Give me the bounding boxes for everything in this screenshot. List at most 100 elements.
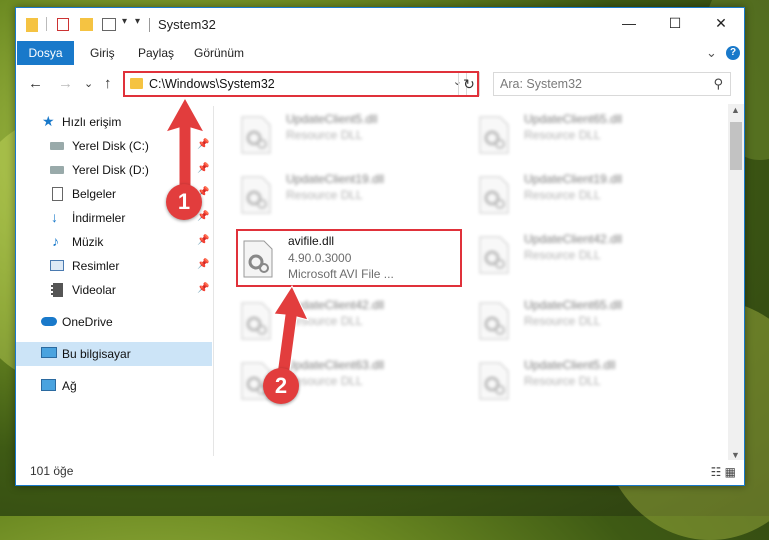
help-icon[interactable]: ? [726, 46, 740, 60]
dll-file-icon [241, 116, 271, 154]
sidebar-item-label: Belgeler [72, 187, 117, 201]
navigation-bar: ← → ⌄ ↑ C:\Windows\System32 ⌄ ↻ Ara: Sys… [16, 71, 744, 99]
dll-file-icon [479, 116, 509, 154]
sidebar-item-label: Ağ [62, 379, 77, 393]
dll-file-icon [479, 236, 509, 274]
file-name: UpdateClient5.dll [524, 358, 616, 372]
sidebar-item-label: Yerel Disk (C:) [72, 139, 149, 153]
sidebar-item-videos[interactable]: Videolar 📌 [16, 278, 212, 302]
dll-file-icon [479, 176, 509, 214]
customize-qa-icon[interactable] [102, 18, 116, 31]
forward-button[interactable]: → [58, 75, 73, 92]
file-item[interactable]: UpdateClient5.dll Resource DLL [464, 352, 694, 410]
properties-icon[interactable] [57, 18, 69, 31]
sidebar-item-this-pc[interactable]: Bu bilgisayar [16, 342, 212, 366]
sidebar-item-music[interactable]: ♪ Müzik 📌 [16, 230, 212, 254]
search-icon[interactable]: ⚲ [713, 76, 723, 92]
sidebar-item-pictures[interactable]: Resimler 📌 [16, 254, 212, 278]
view-mode-icons[interactable]: ☷ ▦ [711, 465, 736, 479]
step-badge-1: 1 [166, 184, 202, 220]
file-name: UpdateClient19.dll [286, 172, 385, 186]
qa-dropdown-icon[interactable]: ▾ [135, 16, 140, 32]
maximize-button[interactable]: ☐ [652, 8, 698, 39]
videos-icon [51, 283, 63, 297]
dll-file-icon [241, 176, 271, 214]
up-button[interactable]: ↑ [104, 75, 112, 92]
pin-icon[interactable]: 📌 [197, 259, 209, 270]
vertical-scrollbar[interactable]: ▲ ▼ [728, 104, 744, 460]
title-separator [149, 18, 150, 32]
pictures-icon [50, 260, 64, 271]
tab-file[interactable]: Dosya [17, 41, 74, 65]
dll-file-icon [479, 302, 509, 340]
sidebar-item-label: Resimler [72, 259, 120, 273]
window-title: System32 [158, 17, 216, 32]
sidebar-item-label: Yerel Disk (D:) [72, 163, 149, 177]
status-item-count: 101 öğe [30, 464, 74, 478]
file-description: Resource DLL [524, 188, 601, 202]
ribbon-expand-icon[interactable]: ⌄ [706, 41, 717, 65]
qa-separator [46, 17, 47, 31]
file-item[interactable]: UpdateClient19.dll Resource DLL [226, 166, 456, 224]
file-item[interactable]: UpdateClient42.dll Resource DLL [464, 226, 694, 284]
title-bar: ▾ ▾ System32 — ☐ ✕ [16, 8, 744, 41]
file-name: UpdateClient65.dll [524, 112, 623, 126]
sidebar-item-label: İndirmeler [72, 211, 126, 225]
pin-icon[interactable]: 📌 [197, 283, 209, 294]
sidebar-item-label: Bu bilgisayar [62, 347, 131, 361]
file-description: Resource DLL [524, 248, 601, 262]
scrollbar-thumb[interactable] [730, 122, 742, 170]
back-button[interactable]: ← [28, 75, 43, 92]
folder-icon [26, 18, 38, 32]
file-description: Resource DLL [286, 188, 363, 202]
sidebar-item-label: Hızlı erişim [62, 115, 122, 129]
sidebar-item-label: Müzik [72, 235, 104, 249]
ribbon-tabs: Dosya Giriş Paylaş Görünüm ⌄ ? [16, 41, 744, 65]
cloud-icon [41, 317, 57, 326]
file-item[interactable]: UpdateClient5.dll Resource DLL [226, 106, 456, 164]
sidebar-item-network[interactable]: Ağ [16, 374, 212, 398]
file-item[interactable]: UpdateClient42.dll Resource DLL [226, 292, 456, 350]
sidebar-item-label: OneDrive [62, 315, 113, 329]
file-name: UpdateClient42.dll [524, 232, 623, 246]
file-item[interactable]: UpdateClient65.dll Resource DLL [464, 292, 694, 350]
file-description: Resource DLL [524, 314, 601, 328]
dll-file-icon [479, 362, 509, 400]
music-icon: ♪ [52, 233, 59, 249]
documents-icon [52, 187, 63, 201]
tab-view[interactable]: Görünüm [194, 41, 244, 65]
file-description: Resource DLL [524, 128, 601, 142]
tab-share[interactable]: Paylaş [138, 41, 174, 65]
search-input[interactable]: Ara: System32 ⚲ [493, 72, 731, 96]
file-description: Resource DLL [286, 128, 363, 142]
file-name: UpdateClient5.dll [286, 112, 378, 126]
drive-icon [50, 166, 64, 174]
file-item[interactable]: UpdateClient63.dll Resource DLL [226, 352, 456, 410]
sidebar-item-label: Videolar [72, 283, 116, 297]
sidebar-item-onedrive[interactable]: OneDrive [16, 310, 212, 334]
close-button[interactable]: ✕ [698, 8, 744, 39]
pane-divider [213, 106, 214, 456]
star-icon: ★ [42, 113, 55, 129]
scroll-down-icon[interactable]: ▼ [731, 450, 740, 460]
recent-locations-button[interactable]: ⌄ [84, 77, 93, 90]
tab-home[interactable]: Giriş [90, 41, 115, 65]
step-badge-2: 2 [263, 368, 299, 404]
drive-icon [50, 142, 64, 150]
scroll-up-icon[interactable]: ▲ [731, 105, 740, 115]
computer-icon [41, 347, 57, 358]
file-name: UpdateClient19.dll [524, 172, 623, 186]
file-highlight-box [236, 229, 462, 287]
file-item[interactable]: UpdateClient65.dll Resource DLL [464, 106, 694, 164]
explorer-window: ▾ ▾ System32 — ☐ ✕ Dosya Giriş Paylaş Gö… [15, 7, 745, 486]
file-description: Resource DLL [524, 374, 601, 388]
chevron-down-icon[interactable]: ▾ [122, 16, 127, 32]
pin-icon[interactable]: 📌 [197, 235, 209, 246]
file-name: UpdateClient65.dll [524, 298, 623, 312]
minimize-button[interactable]: — [606, 8, 652, 39]
search-placeholder: Ara: System32 [500, 77, 582, 91]
network-icon [41, 379, 56, 391]
new-folder-icon[interactable] [80, 18, 93, 31]
file-item[interactable]: UpdateClient19.dll Resource DLL [464, 166, 694, 224]
downloads-icon: ↓ [51, 209, 58, 225]
